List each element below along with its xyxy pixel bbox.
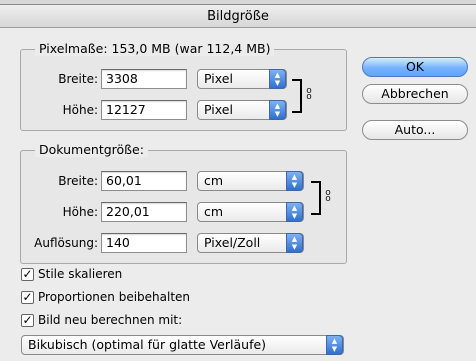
pixel-link-bracket bbox=[292, 79, 302, 113]
cancel-button[interactable]: Abbrechen bbox=[362, 84, 468, 104]
resample-method-select[interactable]: Bikubisch (optimal für glatte Verläufe) … bbox=[21, 335, 344, 355]
doc-height-field[interactable]: 220,01 bbox=[101, 202, 187, 222]
pixel-dimensions-legend: Pixelmaße: 153,0 MB (war 112,4 MB) bbox=[35, 42, 275, 56]
doc-width-unit-select[interactable]: cm ▲ ▼ bbox=[197, 171, 304, 191]
pixel-height-unit-select[interactable]: Pixel ▲ ▼ bbox=[197, 100, 287, 120]
updown-arrows-icon: ▲ ▼ bbox=[286, 202, 303, 222]
doc-height-label: Höhe: bbox=[62, 205, 98, 219]
resample-checkbox[interactable]: ✓ bbox=[21, 314, 34, 327]
image-size-dialog: Bildgröße Pixelmaße: 153,0 MB (war 112,4… bbox=[0, 4, 476, 361]
checkmark-icon: ✓ bbox=[22, 267, 33, 281]
doc-height-unit-select[interactable]: cm ▲ ▼ bbox=[197, 202, 304, 222]
resolution-unit-select[interactable]: Pixel/Zoll ▲ ▼ bbox=[197, 233, 304, 253]
checkmark-icon: ✓ bbox=[22, 290, 33, 304]
updown-arrows-icon: ▲ ▼ bbox=[269, 69, 286, 89]
resolution-unit-value: Pixel/Zoll bbox=[204, 235, 261, 250]
doc-width-unit-value: cm bbox=[204, 173, 224, 188]
updown-arrows-icon: ▲ ▼ bbox=[286, 233, 303, 253]
pixel-width-unit-select[interactable]: Pixel ▲ ▼ bbox=[197, 69, 287, 89]
pixel-width-label: Breite: bbox=[58, 72, 98, 86]
pixel-width-unit-value: Pixel bbox=[204, 71, 233, 86]
doc-link-bracket bbox=[311, 181, 321, 215]
doc-width-label: Breite: bbox=[58, 174, 98, 188]
constrain-proportions-label[interactable]: Proportionen beibehalten bbox=[38, 289, 190, 305]
link-icon: oo bbox=[325, 188, 331, 204]
resolution-field[interactable]: 140 bbox=[101, 233, 187, 253]
pixel-height-label: Höhe: bbox=[62, 103, 98, 117]
updown-arrows-icon: ▲ ▼ bbox=[269, 100, 286, 120]
doc-height-unit-value: cm bbox=[204, 204, 224, 219]
checkmark-icon: ✓ bbox=[22, 313, 33, 327]
link-icon: oo bbox=[306, 86, 312, 102]
scale-styles-label[interactable]: Stile skalieren bbox=[38, 266, 122, 282]
resample-label[interactable]: Bild neu berechnen mit: bbox=[38, 312, 182, 328]
title-bar[interactable]: Bildgröße bbox=[0, 5, 476, 28]
resolution-label: Auflösung: bbox=[34, 236, 98, 250]
doc-width-field[interactable]: 60,01 bbox=[101, 171, 187, 191]
updown-arrows-icon: ▲ ▼ bbox=[326, 335, 343, 355]
auto-button[interactable]: Auto... bbox=[362, 120, 468, 140]
scale-styles-checkbox[interactable]: ✓ bbox=[21, 268, 34, 281]
pixel-height-field[interactable]: 12127 bbox=[101, 100, 187, 120]
pixel-height-unit-value: Pixel bbox=[204, 102, 233, 117]
pixel-width-field[interactable]: 3308 bbox=[101, 69, 187, 89]
updown-arrows-icon: ▲ ▼ bbox=[286, 171, 303, 191]
resample-method-value: Bikubisch (optimal für glatte Verläufe) bbox=[28, 337, 267, 352]
constrain-proportions-checkbox[interactable]: ✓ bbox=[21, 291, 34, 304]
document-size-legend: Dokumentgröße: bbox=[35, 143, 148, 157]
ok-button[interactable]: OK bbox=[362, 57, 468, 77]
dialog-title: Bildgröße bbox=[207, 9, 269, 24]
